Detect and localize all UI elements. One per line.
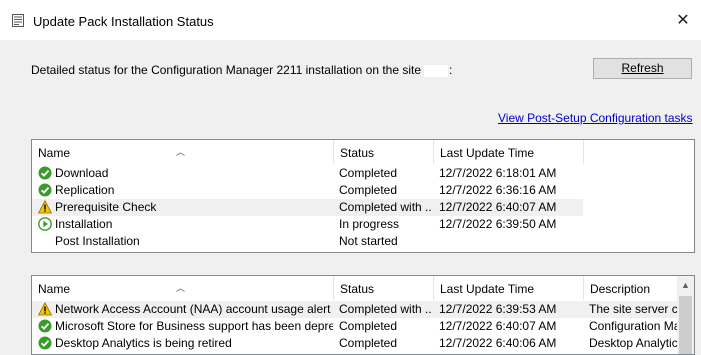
cell-time: 12/7/2022 6:18:01 AM: [439, 166, 557, 180]
cell-status: Completed with ...: [339, 302, 431, 316]
list-item[interactable]: Prerequisite Check Completed with ... 12/7…: [32, 199, 694, 216]
close-button[interactable]: ✕: [665, 0, 701, 40]
cell-status: Completed: [339, 166, 398, 180]
cell-status: Not started: [339, 234, 398, 248]
description-text: Detailed status for the Configuration Ma…: [31, 63, 422, 77]
cell-status: Completed: [339, 183, 398, 197]
cell-time: 12/7/2022 6:40:07 AM: [439, 319, 557, 333]
description-colon: :: [449, 63, 453, 77]
prerequisite-detail-list[interactable]: ︿ Name Status Last Update Time Descripti…: [31, 275, 695, 355]
window-icon: [12, 14, 24, 27]
window-title: Update Pack Installation Status: [33, 14, 214, 29]
cell-time: 12/7/2022 6:40:07 AM: [439, 200, 557, 214]
cell-time: 12/7/2022 6:36:16 AM: [439, 183, 557, 197]
column-header-status[interactable]: Status: [334, 276, 434, 300]
status-description: Detailed status for the Configuration Ma…: [31, 63, 452, 77]
cell-status: In progress: [339, 217, 400, 231]
cell-time: 12/7/2022 6:39:50 AM: [439, 217, 557, 231]
list-item[interactable]: Microsoft Store for Business support has…: [32, 318, 694, 335]
cell-description: Desktop Analytics: [589, 336, 677, 350]
title-bar: Update Pack Installation Status ✕: [0, 0, 701, 40]
list-item[interactable]: Download Completed 12/7/2022 6:18:01 AM: [32, 165, 694, 182]
column-header-description[interactable]: Description: [584, 276, 684, 300]
list-item[interactable]: Post Installation Not started: [32, 233, 694, 250]
refresh-button[interactable]: Refresh: [593, 58, 692, 79]
cell-name: Network Access Account (NAA) account usa…: [55, 302, 331, 316]
warning-icon: [37, 301, 53, 316]
cell-status: Completed: [339, 319, 398, 333]
installation-status-list[interactable]: ︿ Name Status Last Update Time Download C…: [31, 139, 695, 253]
cell-name: Post Installation: [55, 234, 140, 248]
cell-name: Download: [55, 166, 109, 180]
sort-ascending-icon: ︿: [176, 283, 186, 293]
column-header-name[interactable]: ︿ Name: [32, 276, 334, 300]
check-icon: [38, 336, 52, 350]
cell-name: Replication: [55, 183, 115, 197]
list-item[interactable]: Replication Completed 12/7/2022 6:36:16 AM: [32, 182, 694, 199]
list-header: ︿ Name Status Last Update Time: [32, 140, 694, 164]
column-header-name[interactable]: ︿ Name: [32, 140, 334, 164]
column-header-status[interactable]: Status: [334, 140, 434, 164]
column-header-last-update[interactable]: Last Update Time: [434, 276, 584, 300]
cell-name: Prerequisite Check: [55, 200, 157, 214]
vertical-scrollbar[interactable]: ▲: [677, 276, 694, 354]
check-icon: [38, 319, 52, 333]
check-icon: [38, 166, 52, 180]
cell-name: Installation: [55, 217, 113, 231]
cell-name: Desktop Analytics is being retired: [55, 336, 232, 350]
warning-icon: [37, 199, 53, 214]
cell-status: Completed with ...: [339, 200, 431, 214]
close-icon: ✕: [676, 12, 690, 29]
cell-time: [439, 233, 581, 250]
list-item[interactable]: Desktop Analytics is being retired Comple…: [32, 335, 694, 352]
cell-name: Microsoft Store for Business support has…: [55, 319, 333, 333]
list-header: ︿ Name Status Last Update Time Descripti…: [32, 276, 694, 300]
check-icon: [38, 183, 52, 197]
list-item[interactable]: Network Access Account (NAA) account usa…: [32, 301, 694, 318]
site-name-redacted: [424, 64, 449, 77]
cell-time: 12/7/2022 6:39:53 AM: [439, 302, 557, 316]
scrollbar-thumb[interactable]: [679, 296, 692, 354]
list-item[interactable]: Installation In progress 12/7/2022 6:39:50…: [32, 216, 694, 233]
cell-description: Configuration Manager: [589, 319, 677, 333]
cell-description: The site server configuration: [589, 302, 677, 316]
post-setup-tasks-link[interactable]: View Post-Setup Configuration tasks: [498, 111, 693, 125]
sort-ascending-icon: ︿: [176, 147, 186, 157]
cell-status: Completed: [339, 336, 398, 350]
play-icon: [38, 217, 52, 231]
scroll-up-icon[interactable]: ▲: [677, 278, 694, 292]
column-header-last-update[interactable]: Last Update Time: [434, 140, 584, 164]
refresh-button-label: Refresh: [621, 61, 664, 75]
cell-time: 12/7/2022 6:40:06 AM: [439, 336, 557, 350]
